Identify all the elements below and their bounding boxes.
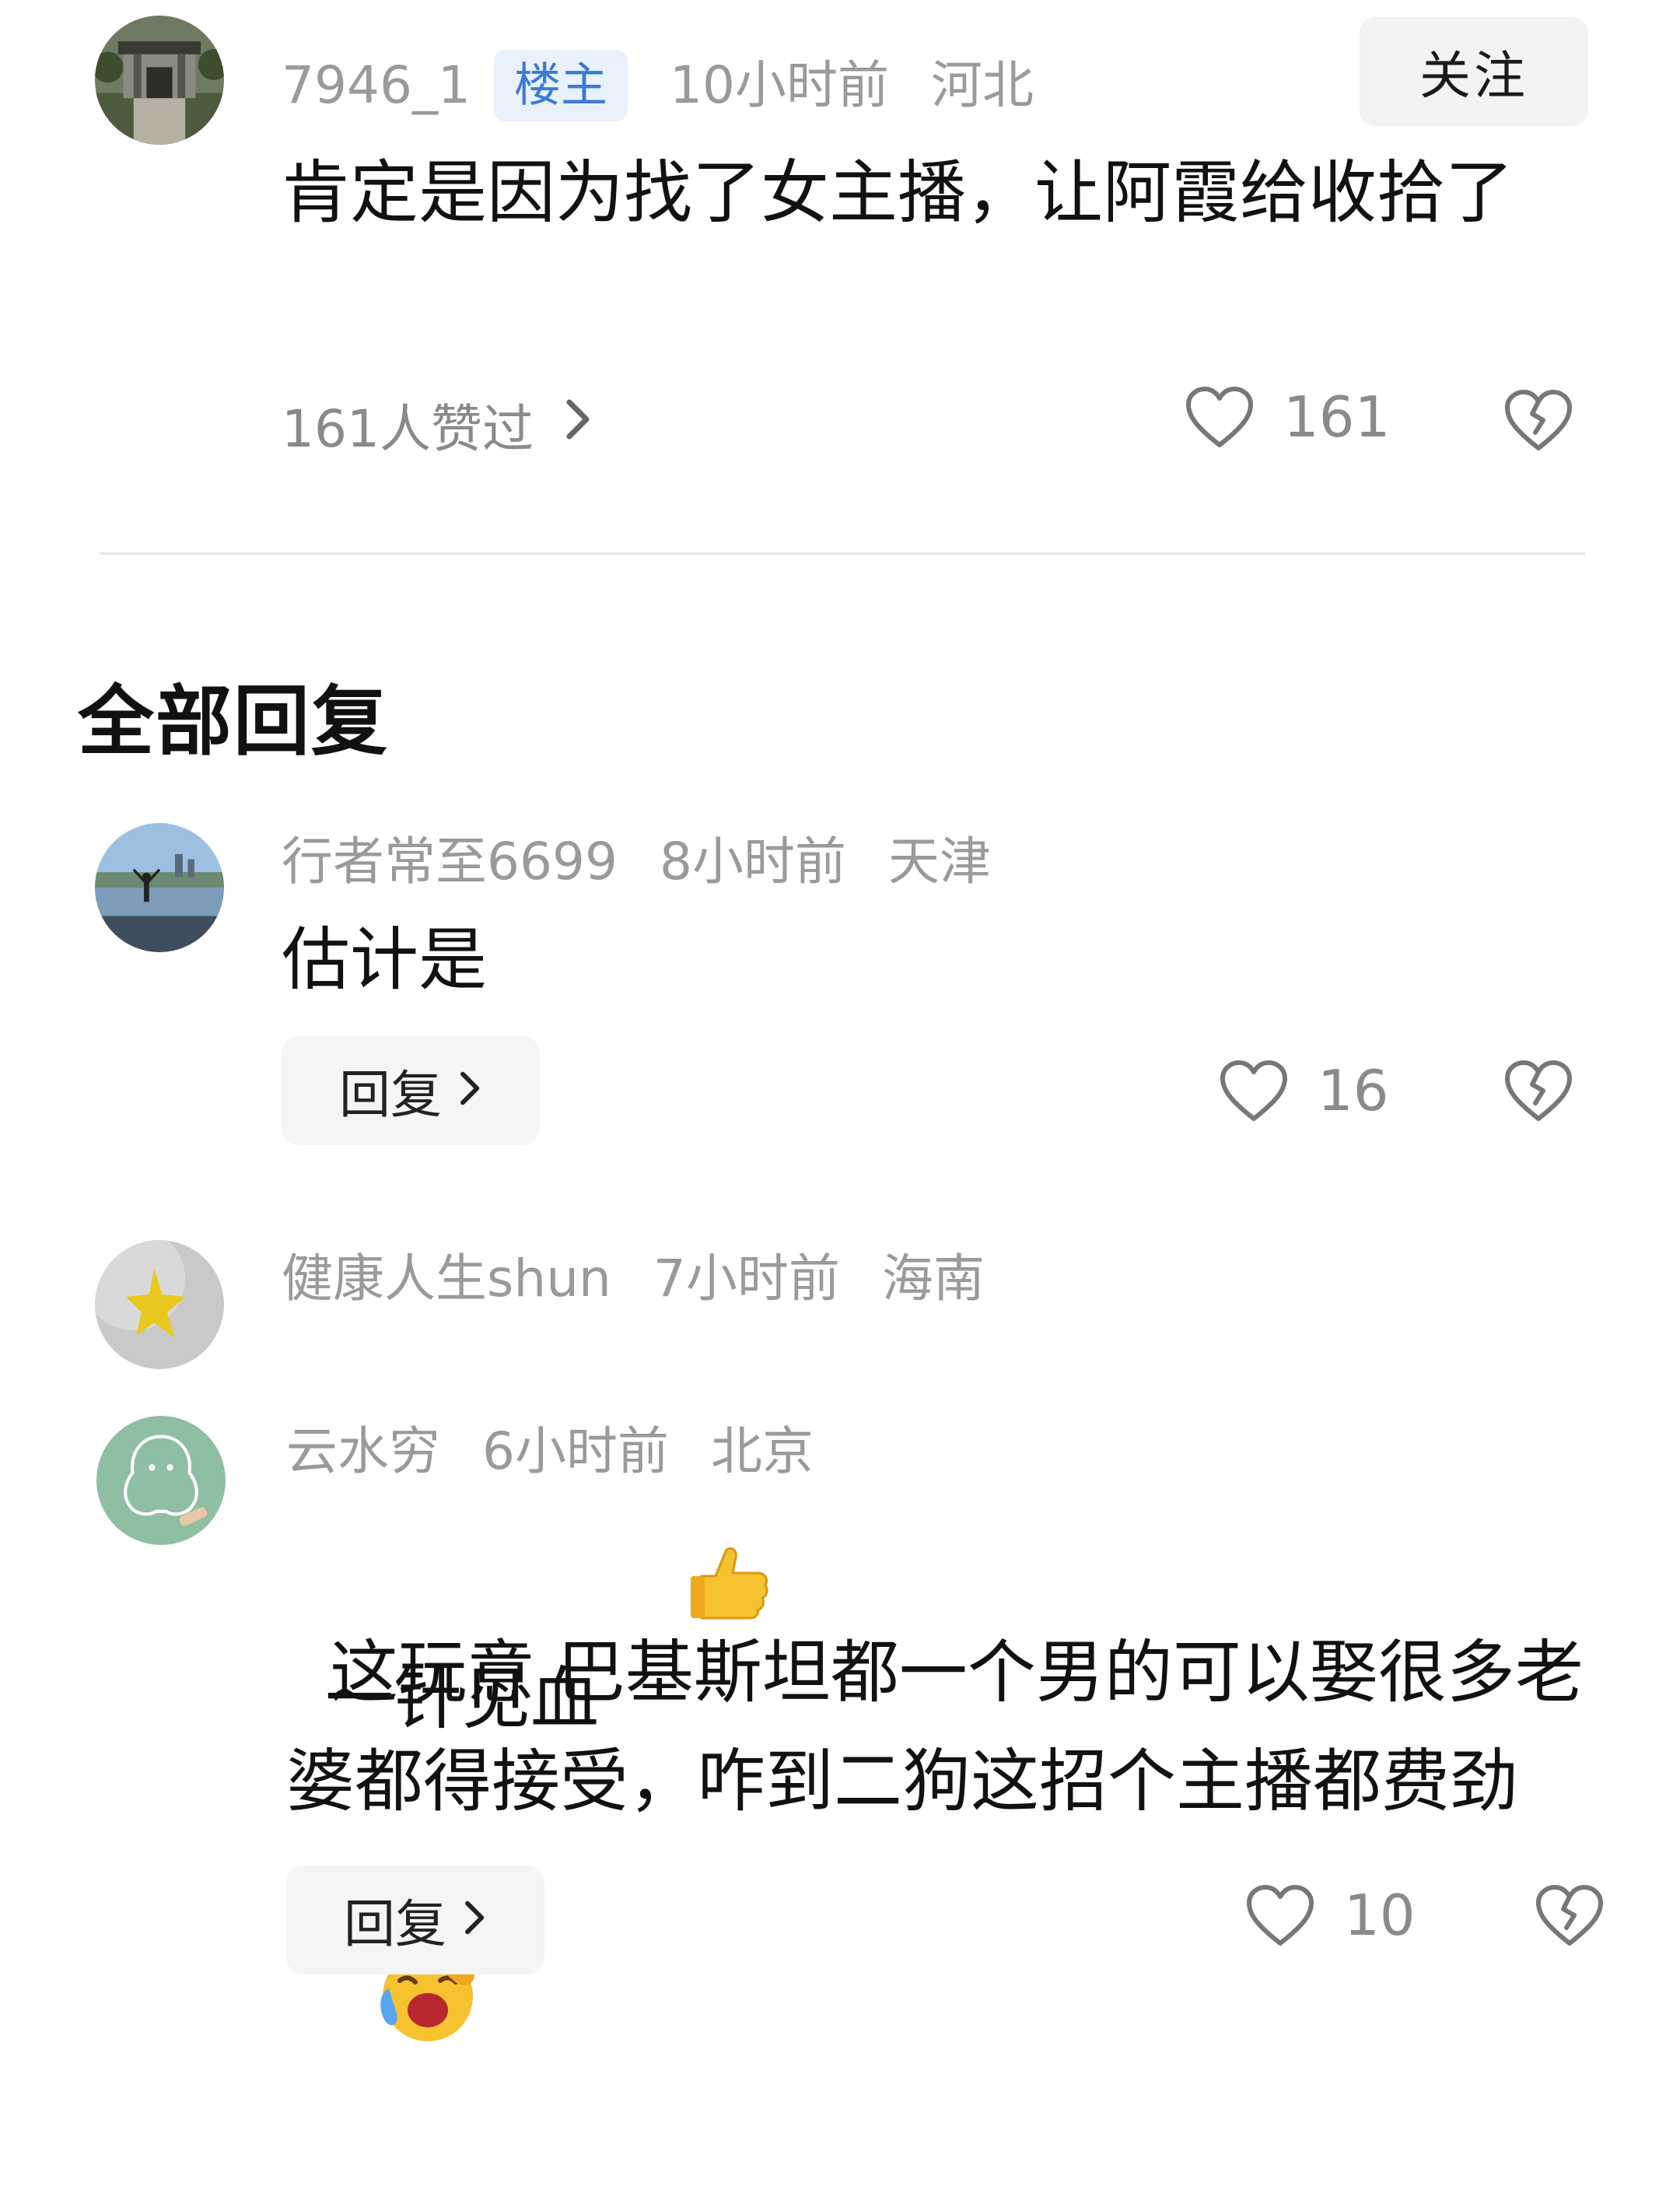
timestamp: 10小时前 xyxy=(669,55,889,115)
like-button[interactable]: 16 xyxy=(1218,1058,1389,1123)
heart-icon xyxy=(1220,1060,1287,1121)
comment-meta: 行者常至6699 8小时前 天津 xyxy=(282,823,991,901)
like-button[interactable]: 161 xyxy=(1184,384,1390,450)
section-title: 全部回复 xyxy=(78,678,390,766)
like-count: 161 xyxy=(1283,384,1391,450)
chevron-right-icon xyxy=(464,1890,487,1950)
comment-meta: 健康人生shun 7小时前 海南 xyxy=(282,1240,985,1318)
username[interactable]: 云水穷 xyxy=(286,1426,440,1477)
like-count: 10 xyxy=(1344,1883,1416,1948)
reply-label: 回复 xyxy=(344,1894,446,1954)
location: 海南 xyxy=(881,1249,985,1308)
avatar[interactable] xyxy=(95,1240,224,1369)
avatar-image-gate xyxy=(95,16,224,145)
comment-content: 这玩意 巴基斯坦都一个男的可以娶很多老婆都得接受，咋到二狗这招个主播都费劲 xyxy=(286,1509,1601,2186)
broken-heart-icon[interactable] xyxy=(1503,1058,1574,1126)
username[interactable]: 健康人生shun xyxy=(282,1253,611,1305)
reply-label: 回复 xyxy=(339,1065,442,1125)
comment-meta: 云水穷 6小时前 北京 xyxy=(286,1413,814,1491)
broken-heart-icon[interactable] xyxy=(1534,1883,1605,1951)
op-badge: 楼主 xyxy=(493,50,628,121)
follow-button[interactable]: 关注 xyxy=(1360,17,1588,126)
broken-heart-icon[interactable] xyxy=(1503,387,1574,456)
like-button[interactable]: 10 xyxy=(1244,1883,1416,1948)
chevron-right-icon xyxy=(565,395,593,455)
comment-content: 肯定是因为找了女主播，让阿霞给收拾了 xyxy=(282,152,1514,233)
heart-icon xyxy=(1186,387,1253,447)
avatar-image-chalk-ghost xyxy=(96,1416,226,1545)
reply-button[interactable]: 回复 xyxy=(282,1036,540,1145)
likes-summary-link[interactable]: 161人赞过 xyxy=(282,387,593,462)
like-count: 16 xyxy=(1318,1058,1389,1123)
avatar-image-lake xyxy=(95,823,224,952)
avatar[interactable] xyxy=(95,16,224,145)
chevron-right-icon xyxy=(459,1061,482,1121)
likes-summary-text: 161人赞过 xyxy=(282,399,534,459)
reply-button[interactable]: 回复 xyxy=(286,1865,544,1974)
timestamp: 8小时前 xyxy=(659,832,846,892)
location: 天津 xyxy=(887,832,991,892)
comment-content: 估计是 xyxy=(282,920,488,1000)
divider xyxy=(100,552,1585,555)
comment-text: 这玩意 巴基斯坦都一个男的可以娶很多老婆都得接受，咋到二狗这招个主播都费劲 xyxy=(286,1632,1584,1821)
comment-meta: 7946_1 楼主 10小时前 河北 xyxy=(282,47,1034,124)
location: 北京 xyxy=(711,1421,814,1481)
timestamp: 7小时前 xyxy=(653,1249,840,1308)
avatar[interactable] xyxy=(96,1416,226,1545)
location: 河北 xyxy=(930,55,1034,115)
timestamp: 6小时前 xyxy=(482,1421,669,1481)
heart-icon xyxy=(1247,1885,1314,1946)
avatar[interactable] xyxy=(95,823,224,952)
username[interactable]: 7946_1 xyxy=(282,60,471,111)
avatar-image-star xyxy=(95,1240,224,1369)
username[interactable]: 行者常至6699 xyxy=(282,836,618,888)
